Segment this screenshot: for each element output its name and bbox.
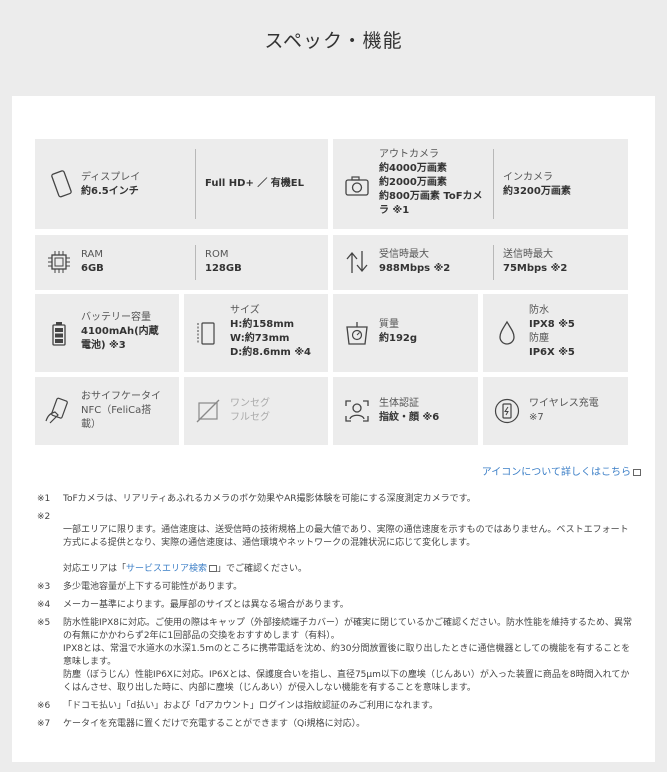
divider [195,149,196,219]
display-label: ディスプレイ [81,172,141,183]
footnote-text: ToFカメラは、リアリティあふれるカメラのボケ効果やAR撮影体験を可能にする深度… [63,494,476,504]
out-camera-value: 約4000万画素 約2000万画素 約800万画素 ToFカメ ラ ※1 [379,163,483,216]
camera-cell: アウトカメラ 約4000万画素 約2000万画素 約800万画素 ToFカメ ラ… [333,139,628,229]
footnote-text: 」でご確認ください。 [217,564,308,574]
footnote-num: ※3 [37,582,51,592]
hand-phone-icon [43,397,71,425]
display-value: 約6.5インチ [81,186,139,197]
divider [493,149,494,219]
footnote-text: 一部エリアに限ります。通信速度は、送受信時の技術規格上の最大値であり、実際の通信… [63,525,629,548]
chip-icon [45,248,73,276]
display-cell: ディスプレイ 約6.5インチ Full HD+ ／ 有機EL [35,139,328,229]
footnote-num: ※6 [37,701,51,711]
footnote-text: 対応エリアは「 [63,564,127,574]
footnote-num: ※2 [37,512,51,522]
divider [493,245,494,280]
footnote-num: ※5 [37,618,51,628]
battery-icon [45,319,73,347]
speed-cell: 受信時最大 988Mbps ※2 送信時最大 75Mbps ※2 [333,235,628,290]
oneseg-cell: ワンセグ フルセグ [184,377,328,445]
upload-value: 75Mbps ※2 [503,263,568,274]
wireless-value: ※7 [529,412,544,423]
download-label: 受信時最大 [379,249,429,260]
footnote-text: 防水性能IPX8に対応。ご使用の際はキャップ（外部接続端子カバー）が確実に閉じて… [63,618,632,693]
footnote-text: ケータイを充電器に置くだけで充電することができます（Qi規格に対応）。 [63,719,366,729]
water-cell: 防水 IPX8 ※5 防塵 IP6X ※5 [483,294,628,372]
footnote: ※7 ケータイを充電器に置くだけで充電することができます（Qi規格に対応）。 [37,718,637,731]
wireless-label: ワイヤレス充電 [529,398,599,409]
icon-info-link[interactable]: アイコンについて詳しくはこちら [482,463,641,478]
memory-cell: RAM 6GB ROM 128GB [35,235,328,290]
page-title: スペック・機能 [264,30,403,52]
footnote-num: ※4 [37,600,51,610]
water-label: 防水 [529,305,549,316]
size-cell: サイズ H:約158mm W:約73mm D:約8.6mm ※4 [184,294,328,372]
scale-icon [343,319,371,347]
ram-label: RAM [81,249,104,260]
footnote-text: メーカー基準によります。最厚部のサイズとは異なる場合があります。 [63,600,349,610]
out-camera-label: アウトカメラ [379,149,439,160]
footnote: ※4 メーカー基準によります。最厚部のサイズとは異なる場合があります。 [37,599,637,612]
battery-label: バッテリー容量 [81,312,151,323]
battery-value: 4100mAh(内蔵 電池) ※3 [81,326,159,351]
rom-label: ROM [205,249,229,260]
footnote: ※1 ToFカメラは、リアリティあふれるカメラのボケ効果やAR撮影体験を可能にする… [37,493,637,506]
battery-cell: バッテリー容量 4100mAh(内蔵 電池) ※3 [35,294,179,372]
footnote-num: ※7 [37,719,51,729]
weight-label: 質量 [379,319,399,330]
phone-size-icon [194,319,222,347]
up-down-arrows-icon [343,248,371,276]
tv-disabled-icon [194,397,222,425]
footnote-text: 多少電池容量が上下する可能性があります。 [63,582,243,592]
biometric-value: 指紋・顔 ※6 [379,412,440,423]
biometric-cell: 生体認証 指紋・顔 ※6 [333,377,478,445]
footnote: ※6 「ドコモ払い」「d払い」および「dアカウント」ログインは指紋認証のみご利用に… [37,700,637,713]
weight-cell: 質量 約192g [333,294,478,372]
footnote: ※3 多少電池容量が上下する可能性があります。 [37,581,637,594]
wireless-cell: ワイヤレス充電 ※7 [483,377,628,445]
ram-value: 6GB [81,263,104,274]
face-scan-icon [343,397,371,425]
osaifu-cell: おサイフケータイ NFC（FeliCa搭 載） [35,377,179,445]
osaifu-label: おサイフケータイ NFC（FeliCa搭 載） [81,391,161,430]
service-area-link[interactable]: サービスエリア検索 [126,564,207,574]
water-value: IPX8 ※5 [529,319,575,330]
upload-label: 送信時最大 [503,249,553,260]
footnote: ※2 一部エリアに限ります。通信速度は、送受信時の技術規格上の最大値であり、実際… [37,511,637,576]
download-value: 988Mbps ※2 [379,263,451,274]
size-value: H:約158mm W:約73mm D:約8.6mm ※4 [230,319,312,358]
dust-label: 防塵 [529,333,549,344]
in-camera-label: インカメラ [503,172,553,183]
footnote-text: 「ドコモ払い」「d払い」および「dアカウント」ログインは指紋認証のみご利用になれ… [63,701,439,711]
biometric-label: 生体認証 [379,398,419,409]
camera-icon [343,172,371,200]
footnotes: ※1 ToFカメラは、リアリティあふれるカメラのボケ効果やAR撮影体験を可能にする… [37,493,637,736]
size-label: サイズ [230,305,260,316]
weight-value: 約192g [379,333,418,344]
icon-info-link-label: アイコンについて詳しくはこちら [481,467,631,478]
oneseg-label: ワンセグ フルセグ [230,398,270,423]
external-link-icon [209,565,218,572]
water-drop-icon [493,319,521,347]
rom-value: 128GB [205,263,242,274]
in-camera-value: 約3200万画素 [503,186,571,197]
divider [195,245,196,280]
display-detail: Full HD+ ／ 有機EL [205,178,305,189]
dust-value: IP6X ※5 [529,347,575,358]
smartphone-icon [47,170,75,198]
footnote: ※5 防水性能IPX8に対応。ご使用の際はキャップ（外部接続端子カバー）が確実に閉… [37,617,637,695]
external-link-icon [633,468,641,476]
wireless-charge-icon [493,397,521,425]
footnote-num: ※1 [37,494,51,504]
